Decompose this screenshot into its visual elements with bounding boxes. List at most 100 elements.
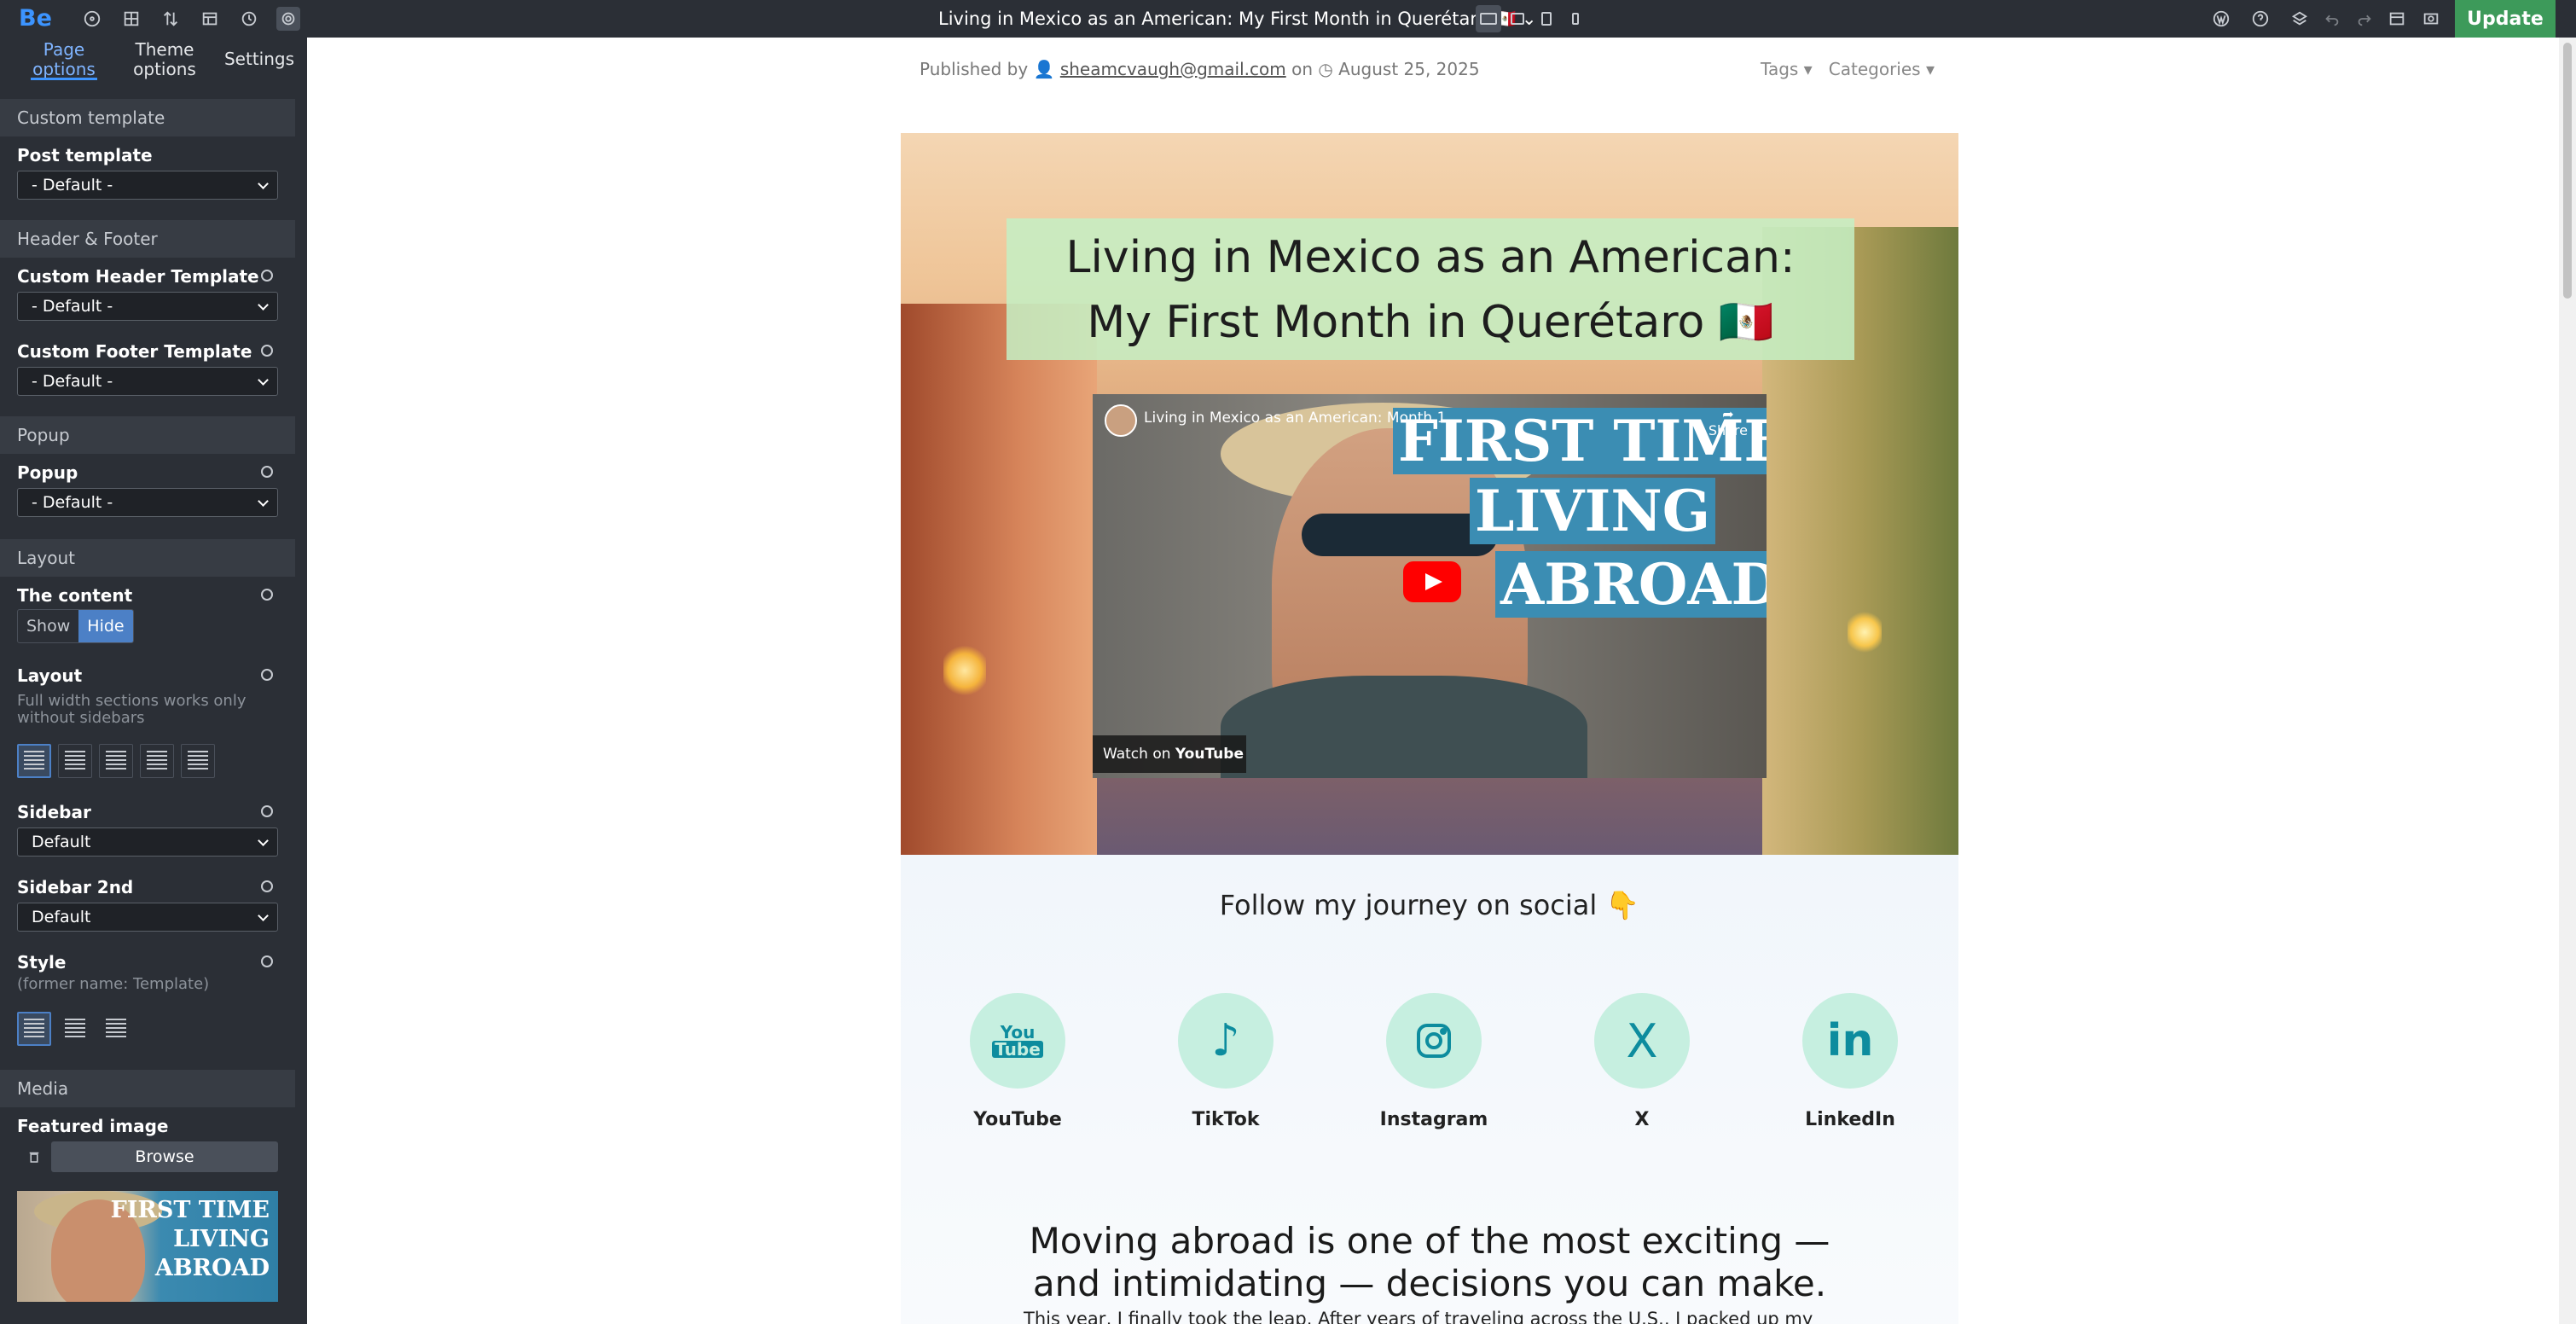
layers-icon[interactable]	[2288, 7, 2312, 31]
content-hide-option[interactable]: Hide	[78, 610, 133, 642]
info-icon[interactable]	[261, 345, 273, 357]
tags-dropdown[interactable]: Tags	[1761, 59, 1798, 79]
wordpress-icon[interactable]	[2209, 7, 2233, 31]
thumb-overlay-text: FIRST TIME LIVING ABROAD	[111, 1196, 270, 1283]
layout-both-sidebars-icon[interactable]	[140, 744, 174, 778]
scrollbar-thumb[interactable]	[2563, 43, 2572, 299]
watch-on-youtube-button[interactable]: Watch on YouTube	[1093, 735, 1246, 773]
featured-image-label: Featured image	[17, 1116, 169, 1136]
intro-paragraph[interactable]: This year, I finally took the leap. Afte…	[1024, 1307, 1834, 1324]
video-overlay-3: ABROAD	[1495, 551, 1767, 618]
custom-header-select[interactable]: - Default -	[17, 292, 278, 321]
post-template-select[interactable]: - Default -	[17, 171, 278, 200]
post-meta-left: Published by 👤 sheamcvaugh@gmail.com on …	[920, 59, 1480, 79]
desktop-view-icon[interactable]	[1476, 5, 1501, 32]
social-x[interactable]: X X	[1574, 993, 1710, 1130]
layout-left-sidebar-icon[interactable]	[58, 744, 92, 778]
video-sunglasses	[1302, 514, 1498, 556]
popup-select[interactable]: - Default -	[17, 488, 278, 517]
style-default-icon[interactable]	[17, 1012, 51, 1046]
social-instagram-label: Instagram	[1379, 1109, 1488, 1130]
sidebar2-select[interactable]: Default	[17, 903, 278, 932]
linkedin-icon: in	[1802, 993, 1898, 1089]
mobile-view-icon[interactable]	[1563, 5, 1588, 32]
share-label: Share	[1708, 422, 1748, 438]
youtube-logo: YouTube	[1175, 746, 1244, 763]
social-instagram[interactable]: Instagram	[1366, 993, 1502, 1130]
youtube-embed[interactable]: FIRST TIME LIVING ABROAD Living in Mexic…	[1093, 394, 1767, 778]
section-headline[interactable]: Moving abroad is one of the most excitin…	[901, 1220, 1958, 1305]
undo-icon[interactable]	[2320, 7, 2344, 31]
screenshot-icon[interactable]	[2419, 7, 2443, 31]
post-template-label: Post template	[17, 145, 153, 166]
custom-footer-select[interactable]: - Default -	[17, 367, 278, 396]
categories-dropdown[interactable]: Categories	[1829, 59, 1921, 79]
video-shirt	[1221, 676, 1587, 778]
clock-icon: ◷	[1318, 59, 1333, 79]
featured-image-controls: Browse	[17, 1141, 278, 1172]
sort-icon[interactable]	[159, 7, 183, 31]
trash-icon[interactable]	[17, 1141, 51, 1172]
info-icon[interactable]	[261, 466, 273, 478]
follow-heading[interactable]: Follow my journey on social 👇	[901, 889, 1958, 921]
tab-settings[interactable]: Settings	[217, 38, 302, 82]
style-modern-icon[interactable]	[58, 1012, 92, 1046]
sections-icon[interactable]	[119, 7, 143, 31]
info-icon[interactable]	[261, 669, 273, 681]
video-title[interactable]: Living in Mexico as an American: Month 1	[1144, 409, 1446, 427]
tab-page-options[interactable]: Page options	[24, 38, 104, 82]
tiktok-icon: ♪	[1178, 993, 1273, 1089]
gear-icon[interactable]	[276, 7, 300, 31]
top-toolbar: Be Living in Mexico as an American: My F…	[0, 0, 2576, 38]
post-meta-right: Tags ▾ Categories ▾	[1761, 59, 1935, 79]
layout-full-width-icon[interactable]	[17, 744, 51, 778]
layout-right-sidebar-icon[interactable]	[99, 744, 133, 778]
on-text: on	[1291, 59, 1313, 79]
tab-page-label: Page	[43, 39, 85, 60]
style-label: Style	[17, 952, 67, 973]
browse-button[interactable]: Browse	[51, 1141, 278, 1172]
be-logo[interactable]: Be	[19, 5, 52, 32]
sidebar-label: Sidebar	[17, 802, 91, 822]
info-icon[interactable]	[261, 955, 273, 967]
preview-icon[interactable]	[2385, 7, 2409, 31]
options-sidebar: Page options Theme options Settings Custom…	[0, 38, 307, 1324]
page-title[interactable]: Living in Mexico as an American: My Firs…	[938, 0, 1536, 38]
sidebar-select[interactable]: Default	[17, 828, 278, 857]
info-icon[interactable]	[261, 880, 273, 892]
layout-label: Layout	[17, 665, 83, 686]
canvas-scrollbar[interactable]	[2559, 38, 2576, 1324]
info-icon[interactable]	[261, 589, 273, 601]
social-youtube[interactable]: You Tube YouTube	[949, 993, 1086, 1130]
content-show-option[interactable]: Show	[18, 610, 78, 642]
layout-icon[interactable]	[198, 7, 222, 31]
info-icon[interactable]	[261, 270, 273, 282]
tab-theme-label-2: options	[133, 59, 196, 79]
share-button[interactable]: ➦ Share	[1709, 406, 1748, 438]
tab-theme-options[interactable]: Theme options	[125, 38, 205, 82]
play-button[interactable]	[1403, 561, 1461, 602]
layout-no-sidebar-icon[interactable]	[181, 744, 215, 778]
update-button[interactable]: Update	[2455, 0, 2556, 38]
share-icon: ➦	[1722, 406, 1734, 422]
redo-icon[interactable]	[2353, 7, 2376, 31]
featured-image-thumbnail[interactable]: FIRST TIME LIVING ABROAD	[17, 1191, 278, 1302]
social-linkedin[interactable]: in LinkedIn	[1782, 993, 1918, 1130]
hero-section[interactable]: Living in Mexico as an American: My Firs…	[901, 133, 1958, 855]
info-icon[interactable]	[261, 805, 273, 817]
hero-title[interactable]: Living in Mexico as an American: My Firs…	[1007, 218, 1854, 360]
laptop-view-icon[interactable]	[1505, 5, 1530, 32]
social-linkedin-label: LinkedIn	[1805, 1109, 1895, 1130]
social-tiktok[interactable]: ♪ TikTok	[1157, 993, 1294, 1130]
channel-avatar[interactable]	[1105, 404, 1137, 437]
video-overlay-2: LIVING	[1470, 478, 1716, 544]
help-icon[interactable]	[2248, 7, 2272, 31]
author-link[interactable]: sheamcvaugh@gmail.com	[1060, 59, 1286, 79]
watch-on-text: Watch on	[1103, 746, 1171, 763]
tablet-view-icon[interactable]	[1534, 5, 1559, 32]
thumb-text-3: ABROAD	[154, 1255, 270, 1281]
section-header-footer: Header & Footer	[0, 220, 295, 258]
add-icon[interactable]	[80, 7, 104, 31]
history-icon[interactable]	[237, 7, 261, 31]
style-photo-icon[interactable]	[99, 1012, 133, 1046]
